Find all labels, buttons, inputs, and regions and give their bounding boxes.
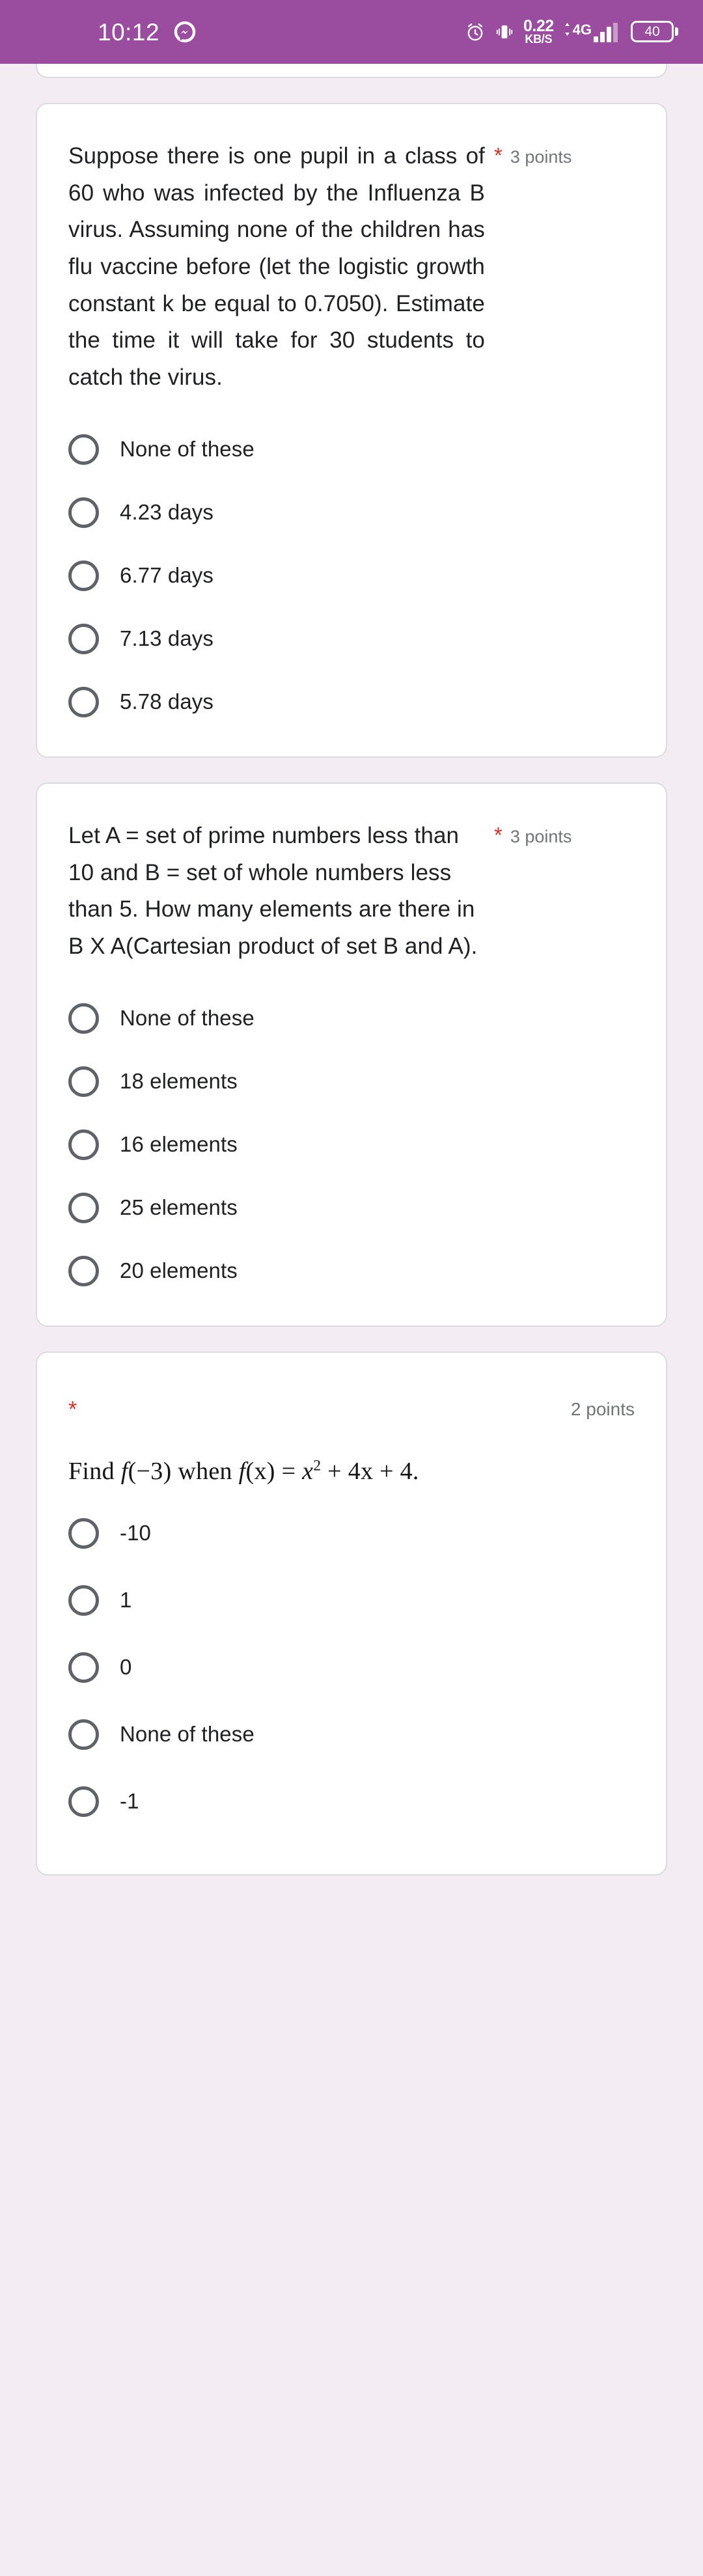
question-formula-q3: Find f(−3) when f(x) = x2 + 4x + 4. — [68, 1457, 635, 1486]
option-row[interactable]: 18 elements — [68, 1057, 635, 1106]
form-body: Suppose there is one pupil in a class of… — [0, 64, 703, 1876]
options-list-q2: None of these 18 elements 16 elements 25… — [68, 994, 635, 1295]
option-label: 25 elements — [120, 1195, 238, 1219]
radio-button-icon[interactable] — [68, 623, 99, 654]
previous-question-card-partial — [36, 64, 667, 78]
network-speed-unit: KB/S — [525, 33, 553, 46]
option-label: -1 — [120, 1788, 139, 1813]
option-label: 18 elements — [120, 1068, 238, 1093]
required-asterisk-q1: * — [494, 143, 503, 167]
radio-button-icon[interactable] — [68, 1786, 99, 1817]
option-row[interactable]: 5.78 days — [68, 678, 635, 727]
radio-button-icon[interactable] — [68, 1003, 99, 1034]
question-card-q2: Let A = set of prime numbers less than 1… — [36, 782, 667, 1327]
status-bar-left: 10:12 — [98, 20, 196, 44]
formula-fx: f — [238, 1457, 246, 1485]
question-text-q2: Let A = set of prime numbers less than 1… — [68, 822, 478, 959]
radio-button-icon[interactable] — [68, 1129, 99, 1160]
option-label: 6.77 days — [120, 562, 214, 587]
points-label-q2: 3 points — [510, 826, 572, 846]
option-row[interactable]: 16 elements — [68, 1120, 635, 1169]
status-bar-right: 0.22 KB/S 4G 40 — [465, 18, 678, 46]
radio-button-icon[interactable] — [68, 1585, 99, 1616]
points-tag-q1: * 3 points — [494, 138, 572, 167]
network-type-label: 4G — [572, 21, 592, 38]
question-header-q3: * 2 points — [68, 1387, 635, 1420]
radio-button-icon[interactable] — [68, 686, 99, 717]
option-row[interactable]: None of these — [68, 994, 635, 1043]
points-tag-q2: * 3 points — [494, 818, 572, 847]
question-header-q1: Suppose there is one pupil in a class of… — [68, 138, 635, 396]
question-card-q1: Suppose there is one pupil in a class of… — [36, 103, 667, 758]
radio-button-icon[interactable] — [68, 497, 99, 528]
formula-lead: Find — [68, 1457, 115, 1485]
network-speed-value: 0.22 — [523, 17, 554, 36]
option-label: 1 — [120, 1587, 132, 1612]
formula-tail: + 4x + 4. — [327, 1457, 419, 1485]
radio-button-icon[interactable] — [68, 560, 99, 591]
radio-button-icon[interactable] — [68, 1066, 99, 1097]
option-label: 5.78 days — [120, 689, 214, 713]
option-row[interactable]: None of these — [68, 1710, 635, 1759]
option-label: 7.13 days — [120, 626, 214, 650]
network-speed-indicator: 0.22 KB/S — [523, 18, 554, 46]
option-row[interactable]: 4.23 days — [68, 488, 635, 537]
question-card-q3: * 2 points Find f(−3) when f(x) = x2 + 4… — [36, 1351, 667, 1876]
formula-fx-arg: (x) — [245, 1457, 275, 1485]
formula-arg: (−3) — [128, 1457, 172, 1485]
points-label-q3: 2 points — [570, 1398, 635, 1419]
radio-button-icon[interactable] — [68, 1719, 99, 1750]
radio-button-icon[interactable] — [68, 1255, 99, 1286]
vibrate-icon — [495, 21, 514, 42]
option-row[interactable]: 1 — [68, 1576, 635, 1625]
battery-indicator: 40 — [631, 21, 678, 43]
option-row[interactable]: -10 — [68, 1509, 635, 1558]
question-text-q1: Suppose there is one pupil in a class of… — [68, 143, 485, 391]
option-label: None of these — [120, 436, 255, 461]
formula-fn-f: f — [120, 1457, 128, 1485]
battery-nub-icon — [675, 27, 678, 36]
options-list-q1: None of these 4.23 days 6.77 days 7.13 d… — [68, 425, 635, 727]
radio-button-icon[interactable] — [68, 1192, 99, 1223]
option-label: 0 — [120, 1654, 132, 1679]
option-row[interactable]: 6.77 days — [68, 551, 635, 600]
option-label: 16 elements — [120, 1131, 238, 1156]
signal-bars-icon — [594, 22, 618, 42]
option-row[interactable]: 25 elements — [68, 1184, 635, 1232]
radio-button-icon[interactable] — [68, 434, 99, 465]
options-list-q3: -10 1 0 None of these -1 — [68, 1509, 635, 1826]
option-label: -10 — [120, 1520, 151, 1545]
data-transfer-arrows-icon — [563, 22, 572, 36]
network-type-indicator: 4G — [563, 21, 592, 42]
option-row[interactable]: 0 — [68, 1643, 635, 1692]
alarm-icon — [465, 21, 486, 42]
option-row[interactable]: None of these — [68, 425, 635, 474]
required-asterisk-q3: * — [68, 1396, 77, 1422]
question-header-q2: Let A = set of prime numbers less than 1… — [68, 818, 635, 965]
formula-when: when — [178, 1457, 232, 1485]
option-row[interactable]: 7.13 days — [68, 615, 635, 663]
formula-exponent: 2 — [313, 1456, 322, 1474]
option-label: None of these — [120, 1721, 255, 1746]
status-bar: 10:12 0.22 KB/S 4G 40 — [0, 0, 703, 64]
required-asterisk-q2: * — [494, 822, 503, 847]
battery-level-label: 40 — [631, 21, 674, 43]
option-row[interactable]: 20 elements — [68, 1247, 635, 1295]
option-label: None of these — [120, 1005, 255, 1030]
messenger-icon — [174, 21, 196, 43]
option-row[interactable]: -1 — [68, 1777, 635, 1826]
option-label: 4.23 days — [120, 499, 214, 524]
status-bar-clock: 10:12 — [98, 18, 160, 46]
radio-button-icon[interactable] — [68, 1652, 99, 1683]
radio-button-icon[interactable] — [68, 1517, 99, 1549]
formula-x: x — [302, 1457, 314, 1485]
signal-indicator: 4G — [563, 21, 618, 42]
option-label: 20 elements — [120, 1258, 238, 1282]
formula-equals: = — [281, 1457, 296, 1485]
points-label-q1: 3 points — [510, 147, 572, 167]
